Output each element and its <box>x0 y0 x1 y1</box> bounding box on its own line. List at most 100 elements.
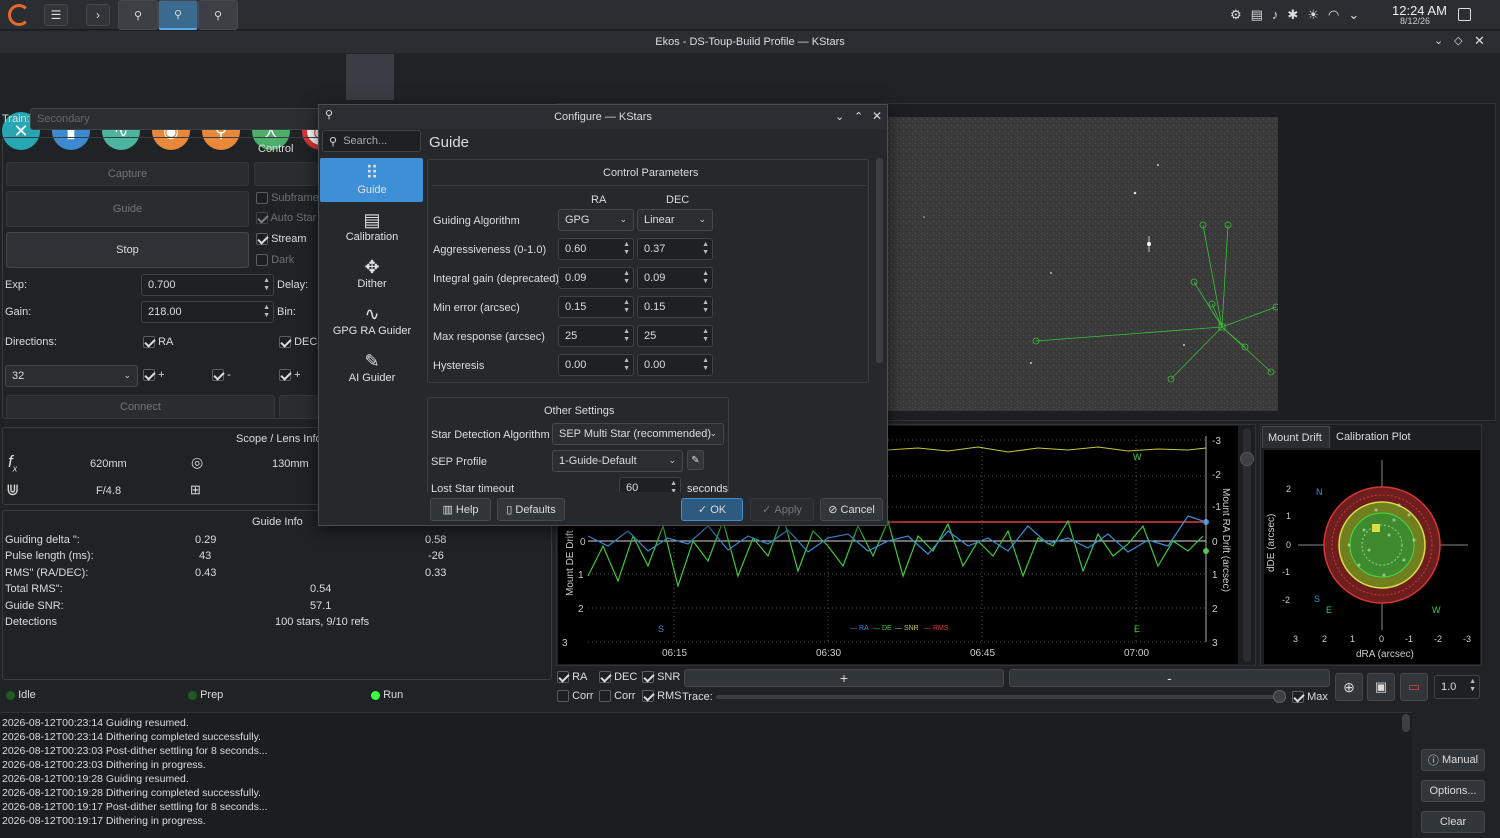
help-button[interactable]: ▥ Help <box>430 498 491 521</box>
category-calibration[interactable]: ▤ Calibration <box>320 209 424 243</box>
terminal-icon[interactable]: › <box>86 4 110 26</box>
dialog-close-icon[interactable]: ✕ <box>872 109 882 123</box>
help-book-icon: ▥ <box>442 504 453 516</box>
ra-algorithm-combo[interactable]: GPG ⌄ <box>558 209 634 231</box>
stream-check[interactable]: Stream <box>256 233 307 246</box>
ra-integral-gain-spinbox[interactable]: 0.09 ▲ ▼ <box>558 267 634 289</box>
ra-minus-check[interactable]: - <box>212 369 231 382</box>
dec-plot-check[interactable]: DEC <box>599 671 637 684</box>
cancel-button[interactable]: ⊘ Cancel <box>820 498 883 521</box>
dialog-search-input[interactable]: ⚲ Search... <box>322 130 421 152</box>
minimize-icon[interactable]: ⌄ <box>1434 34 1443 47</box>
maximize-icon[interactable]: ◇ <box>1454 34 1462 47</box>
module-toolbar: ✕ ▮ ∿ ◉ ⚲ ⋏ ◎ ◎ ⌂ <box>0 54 1500 150</box>
drift-x-tick-0: 0 <box>1379 634 1384 644</box>
ra-plot-check[interactable]: RA <box>557 671 587 684</box>
dec-corr-check[interactable]: Corr <box>599 690 635 703</box>
dialog-scrollbar[interactable] <box>876 158 883 363</box>
autostar-check[interactable]: Auto Star <box>256 212 316 225</box>
zoom-out-button[interactable]: - <box>1009 669 1330 687</box>
zoom-in-button[interactable]: + <box>684 669 1004 687</box>
ra-aggressiveness-spinbox[interactable]: 0.60 ▲ ▼ <box>558 238 634 260</box>
edit-sep-profile-button[interactable]: ✎ <box>687 450 704 470</box>
right-tick-0: 0 <box>1212 537 1218 548</box>
clear-graph-button[interactable]: ▭ <box>1400 673 1428 701</box>
log-scrollbar[interactable] <box>1402 714 1410 732</box>
capture-button[interactable]: Capture <box>6 162 249 186</box>
drift-west-marker: W <box>1133 452 1142 462</box>
legend-ra: — RA <box>850 625 869 632</box>
guide-info-group: Guide Info <box>2 510 552 680</box>
sep-profile-combo[interactable]: 1-Guide-Default ⌄ <box>552 450 683 472</box>
ra-hysteresis-spinbox[interactable]: 0.00 ▲ ▼ <box>558 354 634 376</box>
guide-info-title: Guide Info <box>252 516 303 528</box>
category-ai-guider[interactable]: ✎ AI Guider <box>320 350 424 384</box>
dec-min-error-spinbox[interactable]: 0.15 ▲ ▼ <box>637 296 713 318</box>
dec-plus-check[interactable]: + <box>279 369 301 382</box>
save-graph-button[interactable]: ▣ <box>1367 673 1395 701</box>
trace-slider[interactable] <box>716 690 1286 703</box>
dec-algorithm-combo[interactable]: Linear ⌄ <box>637 209 713 231</box>
guide-frame-image[interactable] <box>884 117 1278 411</box>
dark-check[interactable]: Dark <box>256 254 294 267</box>
tab-calibration-plot[interactable]: Calibration Plot <box>1332 426 1422 448</box>
x-tick-0615: 06:15 <box>662 648 687 659</box>
ok-button[interactable]: ✓ OK <box>681 498 743 521</box>
ra-direction-check[interactable]: RA <box>143 336 173 349</box>
defaults-button[interactable]: ▯ Defaults <box>497 498 565 521</box>
kstars-task-icon[interactable]: ⚲ <box>118 0 158 30</box>
rms-plot-check[interactable]: RMS <box>642 690 682 703</box>
stop-button[interactable]: Stop <box>6 232 249 268</box>
lost-star-spinbox[interactable]: 60 ▲ ▼ <box>619 477 681 492</box>
mount-drift-plot[interactable]: N S E W 2 1 0 -1 -2 3 2 1 0 -1 -2 -3 dRA… <box>1264 450 1480 664</box>
ra-min-error-spinbox[interactable]: 0.15 ▲ ▼ <box>558 296 634 318</box>
drift-x-tick-3: 3 <box>1293 634 1298 644</box>
box-size-combo[interactable]: 32 ⌄ <box>5 365 138 387</box>
app-launcher-icon[interactable] <box>8 4 30 26</box>
category-guide-label: ⠿ Guide <box>320 162 424 196</box>
ra-corr-check[interactable]: Corr <box>557 690 593 703</box>
guide-button[interactable]: Guide <box>6 191 249 227</box>
bin-label: Bin: <box>277 306 296 318</box>
clear-log-button[interactable]: Clear <box>1421 811 1485 833</box>
dec-direction-check[interactable]: DEC <box>279 336 317 349</box>
graph-scrollbar[interactable] <box>1240 428 1254 662</box>
close-icon[interactable]: ✕ <box>1474 33 1485 49</box>
ra-max-response-spinbox[interactable]: 25 ▲ ▼ <box>558 325 634 347</box>
document-icon: ▯ <box>506 504 513 516</box>
dec-hysteresis-spinbox[interactable]: 0.00 ▲ ▼ <box>637 354 713 376</box>
subframe-check[interactable]: Subframe <box>256 192 319 205</box>
dec-max-response-spinbox[interactable]: 25 ▲ ▼ <box>637 325 713 347</box>
category-gpg-ra-guider[interactable]: ∿ GPG RA Guider <box>320 303 424 337</box>
x-tick-0630: 06:30 <box>816 648 841 659</box>
max-check[interactable]: Max <box>1292 691 1328 704</box>
pager-icon[interactable]: ☰ <box>44 4 68 26</box>
star-detection-combo[interactable]: SEP Multi Star (recommended) ⌄ <box>552 423 724 445</box>
fratio-value: F/4.8 <box>96 485 122 497</box>
snr-plot-check[interactable]: SNR <box>642 671 680 684</box>
zoom-fit-button[interactable]: ⊕ <box>1335 673 1363 701</box>
gain-spinbox[interactable]: 218.00 ▲ ▼ <box>141 301 274 323</box>
dec-aggressiveness-spinbox[interactable]: 0.37 ▲ ▼ <box>637 238 713 260</box>
kstars-task-icon-2[interactable]: ⚲ <box>198 0 238 30</box>
options-button[interactable]: Options... <box>1421 780 1485 802</box>
apply-button[interactable]: ✓ Apply <box>750 498 814 521</box>
capture-extra-button[interactable] <box>254 162 318 186</box>
connect-extra-button[interactable] <box>279 395 319 419</box>
connect-button[interactable]: Connect <box>6 395 275 419</box>
tab-mount-drift[interactable]: Mount Drift <box>1262 426 1330 448</box>
show-desktop-icon[interactable] <box>1458 8 1471 21</box>
category-dither[interactable]: ✥ Dither <box>320 256 424 290</box>
ra-plus-check[interactable]: + <box>143 369 165 382</box>
dec-integral-gain-spinbox[interactable]: 0.09 ▲ ▼ <box>637 267 713 289</box>
dialog-maximize-icon[interactable]: ⌃ <box>854 110 863 123</box>
exp-spinbox[interactable]: 0.700 ▲ ▼ <box>141 274 274 296</box>
kstars-task-active-icon[interactable]: ⚲ <box>158 0 198 30</box>
dialog-minimize-icon[interactable]: ⌄ <box>835 110 844 123</box>
train-combo[interactable]: Secondary <box>30 108 322 130</box>
manual-button[interactable]: ⓘ Manual <box>1421 749 1485 771</box>
dialog-content: Control Parameters RA DEC Guiding Algori… <box>425 157 875 492</box>
log-list[interactable]: 2026-08-12T00:23:14 Guiding resumed. 202… <box>2 716 1392 836</box>
log-entry: 2026-08-12T00:23:03 Post-dither settling… <box>2 745 268 757</box>
graph-zoom-spinbox[interactable]: 1.0 ▲ ▼ <box>1434 675 1480 699</box>
